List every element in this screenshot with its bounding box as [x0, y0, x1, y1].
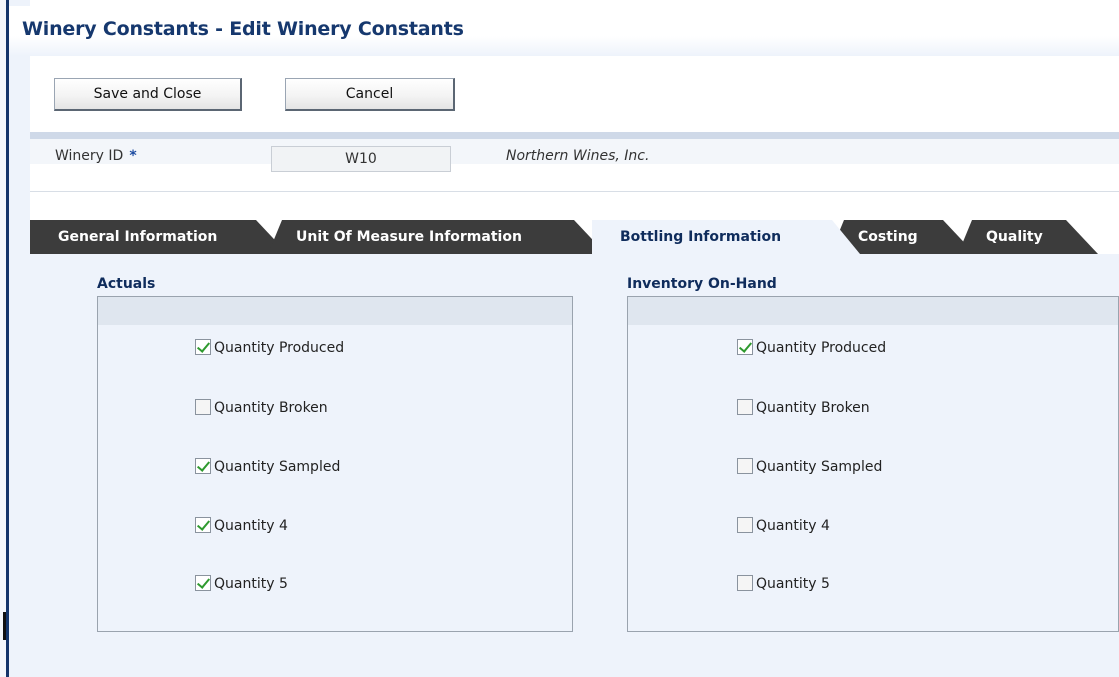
winery-id-label: Winery ID * — [55, 148, 137, 164]
checkbox-label: Quantity Sampled — [756, 459, 883, 475]
inventory-quantity-produced[interactable]: Quantity Produced — [737, 338, 886, 360]
actuals-group-band — [98, 297, 572, 325]
checkbox-label: Quantity Produced — [756, 340, 887, 356]
checkbox-label: Quantity Broken — [756, 400, 870, 416]
checkbox[interactable] — [195, 339, 211, 355]
checkbox-label: Quantity 4 — [214, 518, 288, 534]
winery-header-row: Winery ID * W10 Northern Wines, Inc. — [30, 139, 1119, 192]
checkbox[interactable] — [195, 399, 211, 415]
actuals-quantity-produced[interactable]: Quantity Produced — [195, 338, 344, 360]
checkbox[interactable] — [737, 575, 753, 591]
checkbox[interactable] — [195, 517, 211, 533]
inventory-quantity-4[interactable]: Quantity 4 — [737, 516, 830, 538]
tab-general-information[interactable]: General Information — [30, 220, 288, 254]
page-title: Winery Constants - Edit Winery Constants — [22, 18, 464, 40]
left-rail — [0, 0, 30, 677]
rail-marker — [3, 612, 6, 640]
actuals-quantity-sampled[interactable]: Quantity Sampled — [195, 457, 340, 479]
checkbox[interactable] — [737, 339, 753, 355]
checkbox-label: Quantity Broken — [214, 400, 328, 416]
cancel-button[interactable]: Cancel — [285, 78, 455, 111]
checkbox-label: Quantity Sampled — [214, 459, 341, 475]
tab-content-panel: Actuals Inventory On-Hand Quantity Produ… — [30, 254, 1119, 677]
tab-unit-of-measure-information[interactable]: Unit Of Measure Information — [268, 220, 606, 254]
tab-bottling-information[interactable]: Bottling Information — [592, 220, 860, 254]
actuals-quantity-5[interactable]: Quantity 5 — [195, 574, 288, 596]
tab-quality[interactable]: Quality — [958, 220, 1098, 254]
checkbox[interactable] — [737, 458, 753, 474]
inventory-group-title: Inventory On-Hand — [627, 276, 777, 292]
actuals-quantity-4[interactable]: Quantity 4 — [195, 516, 288, 538]
checkbox-label: Quantity 4 — [756, 518, 830, 534]
winery-id-label-text: Winery ID — [55, 148, 124, 164]
header-separator — [30, 132, 1119, 139]
checkbox-label: Quantity 5 — [214, 576, 288, 592]
actuals-quantity-broken[interactable]: Quantity Broken — [195, 398, 328, 420]
checkbox[interactable] — [737, 517, 753, 533]
checkbox[interactable] — [195, 458, 211, 474]
required-marker: * — [129, 148, 137, 164]
checkbox[interactable] — [737, 399, 753, 415]
inventory-group-band — [628, 297, 1118, 325]
actuals-group-title: Actuals — [97, 276, 156, 292]
inventory-quantity-5[interactable]: Quantity 5 — [737, 574, 830, 596]
checkbox-label: Quantity Produced — [214, 340, 345, 356]
winery-id-field[interactable]: W10 — [271, 146, 451, 172]
inventory-quantity-sampled[interactable]: Quantity Sampled — [737, 457, 882, 479]
inventory-quantity-broken[interactable]: Quantity Broken — [737, 398, 870, 420]
save-and-close-button[interactable]: Save and Close — [54, 78, 242, 111]
checkbox-label: Quantity 5 — [756, 576, 830, 592]
winery-name: Northern Wines, Inc. — [506, 148, 650, 164]
tab-strip: General Information Unit Of Measure Info… — [30, 220, 1119, 254]
checkbox[interactable] — [195, 575, 211, 591]
